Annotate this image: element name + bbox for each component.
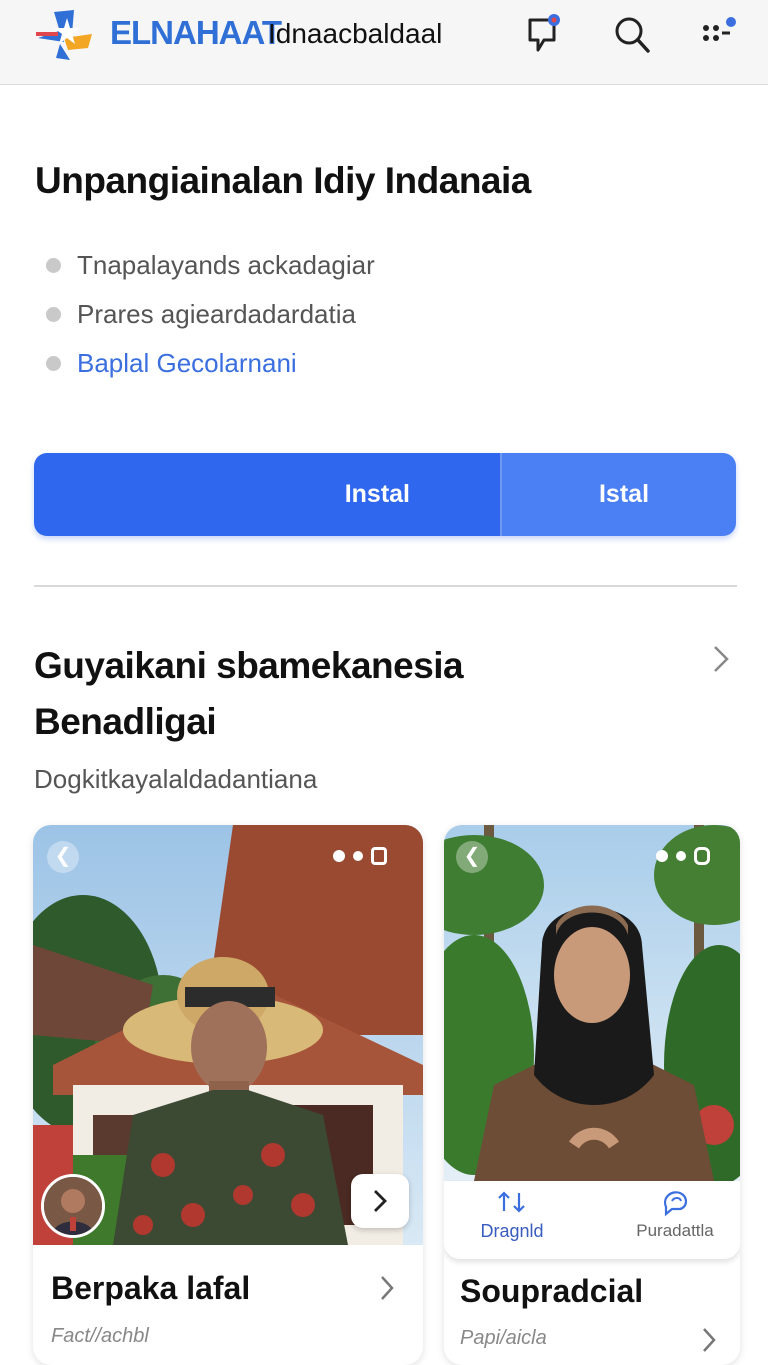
dot-icon <box>656 850 668 862</box>
list-item: Prares agieardadardatia <box>46 295 375 344</box>
bullet-icon <box>46 356 61 371</box>
expand-icon[interactable] <box>371 847 387 865</box>
action-label: Puradattla <box>636 1221 714 1240</box>
media-controls[interactable] <box>656 847 710 865</box>
list-item-text: Tnapalayands ackadagiar <box>77 250 375 280</box>
install-button[interactable]: Instal <box>34 453 502 536</box>
card-photo <box>444 825 740 1181</box>
chevron-right-icon[interactable] <box>708 642 734 676</box>
list-item: Tnapalayands ackadagiar <box>46 246 375 295</box>
divider <box>34 585 737 587</box>
chat-refresh-icon <box>664 1191 688 1217</box>
search-icon[interactable] <box>612 12 652 56</box>
next-button[interactable] <box>351 1174 409 1228</box>
card-subtitle: Papi/aicla <box>460 1327 547 1349</box>
brand-subtitle: Idnaacbaldaal <box>268 18 443 49</box>
chevron-right-icon[interactable] <box>378 1273 396 1303</box>
brand-name: ELNAHAAT <box>110 14 282 51</box>
chevron-right-icon[interactable] <box>700 1325 718 1355</box>
action-button[interactable]: Puradattla <box>620 1187 730 1241</box>
content-card[interactable]: ❮ Berpaka lafal Fact//achbl <box>33 825 423 1365</box>
card-title: Soupradcial <box>460 1273 644 1309</box>
list-item-text: Prares agieardadardatia <box>77 299 356 329</box>
dot-icon <box>333 850 345 862</box>
card-subtitle: Fact//achbl <box>51 1325 149 1347</box>
card-action-row: Dragnld Puradattla <box>444 1181 740 1259</box>
swap-arrows-icon <box>498 1191 525 1213</box>
action-button[interactable]: Dragnld <box>462 1187 562 1242</box>
section-subtitle: Dogkitkayalaldadantiana <box>34 764 318 794</box>
list-item-link-text[interactable]: Baplal Gecolarnani <box>77 348 297 378</box>
brand-logo-icon[interactable] <box>34 8 100 62</box>
media-controls[interactable] <box>333 847 387 865</box>
page-title: Unpangiainalan Idiy Indanaia <box>35 160 531 201</box>
dot-icon <box>676 851 686 861</box>
chat-alert-icon[interactable] <box>524 12 564 56</box>
feature-list: Tnapalayands ackadagiar Prares agieardad… <box>46 246 375 393</box>
apps-menu-icon[interactable] <box>698 12 738 56</box>
card-title: Berpaka lafal <box>51 1270 251 1306</box>
install-secondary-button[interactable]: Istal <box>502 453 736 536</box>
content-card[interactable]: ❮ Dragnld Puradattla Soupradcial Papi/ai… <box>444 825 740 1365</box>
app-bar: ELNAHAAT Idnaacbaldaal <box>0 0 768 85</box>
bullet-icon <box>46 307 61 322</box>
bullet-icon <box>46 258 61 273</box>
chevron-right-icon <box>374 1190 387 1212</box>
action-label: Dragnld <box>480 1221 544 1241</box>
section-title: Guyaikani sbamekanesia Benadligai <box>34 645 464 742</box>
camera-icon[interactable] <box>694 847 710 865</box>
avatar[interactable] <box>41 1174 105 1238</box>
install-split-button: Instal Istal <box>34 453 736 536</box>
dot-icon <box>353 851 363 861</box>
list-item-link[interactable]: Baplal Gecolarnani <box>46 344 375 393</box>
share-icon[interactable]: ❮ <box>456 841 488 873</box>
share-icon[interactable]: ❮ <box>47 841 79 873</box>
